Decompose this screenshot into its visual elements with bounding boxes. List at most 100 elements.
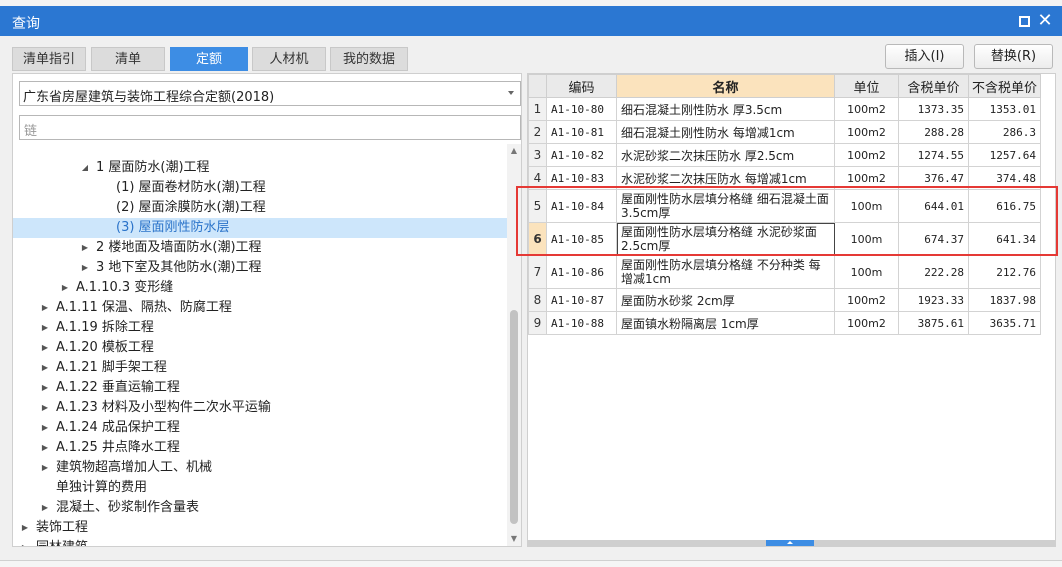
collapsed-triangle-icon[interactable]: ▶ — [60, 278, 70, 298]
row-number[interactable]: 5 — [528, 189, 547, 223]
cell-notax-price[interactable]: 212.76 — [968, 255, 1041, 289]
tree-item[interactable]: (2) 屋面涂膜防水(潮)工程 — [13, 198, 507, 218]
close-icon[interactable]: ✕ — [1036, 12, 1054, 30]
cell-code[interactable]: A1-10-88 — [546, 311, 617, 335]
cell-tax-price[interactable]: 1373.35 — [898, 97, 969, 121]
tree-item[interactable]: ▶ 3 地下室及其他防水(潮)工程 — [13, 258, 507, 278]
cell-tax-price[interactable]: 674.37 — [898, 222, 969, 256]
row-number[interactable]: 1 — [528, 97, 547, 121]
cell-tax-price[interactable]: 1274.55 — [898, 143, 969, 167]
table-row[interactable]: 3 A1-10-82 水泥砂浆二次抹压防水 厚2.5cm 100m2 1274.55 12… — [528, 143, 1041, 167]
tree-item[interactable]: ▶ A.1.25 井点降水工程 — [13, 438, 507, 458]
cell-code[interactable]: A1-10-84 — [546, 189, 617, 223]
col-header-unit[interactable]: 单位 — [834, 74, 899, 98]
col-header-name[interactable]: 名称 — [616, 74, 835, 98]
cell-name[interactable]: 细石混凝土刚性防水 厚3.5cm — [616, 97, 835, 121]
insert-button[interactable]: 插入(I) — [885, 44, 964, 69]
cell-tax-price[interactable]: 644.01 — [898, 189, 969, 223]
tree-scrollbar[interactable]: ▲ ▼ — [507, 144, 521, 546]
cell-notax-price[interactable]: 3635.71 — [968, 311, 1041, 335]
tab-labor-material-machine[interactable]: 人材机 — [252, 47, 326, 71]
collapsed-triangle-icon[interactable]: ▶ — [40, 458, 50, 478]
tree-item[interactable]: ▶ A.1.22 垂直运输工程 — [13, 378, 507, 398]
collapsed-triangle-icon[interactable]: ▶ — [40, 398, 50, 418]
collapsed-triangle-icon[interactable]: ▶ — [40, 338, 50, 358]
tree-item[interactable]: ▶ A.1.24 成品保护工程 — [13, 418, 507, 438]
cell-tax-price[interactable]: 222.28 — [898, 255, 969, 289]
tree-item[interactable]: ▶ 园林建筑 — [13, 538, 507, 546]
cell-name[interactable]: 屋面刚性防水层填分格缝 不分种类 每增减1cm — [616, 255, 835, 289]
table-row[interactable]: 5 A1-10-84 屋面刚性防水层填分格缝 细石混凝土面3.5cm厚 100m 644… — [528, 189, 1041, 223]
quota-library-select[interactable]: 广东省房屋建筑与装饰工程综合定额(2018) — [19, 81, 521, 106]
chevron-down-icon[interactable] — [508, 91, 514, 95]
collapsed-triangle-icon[interactable]: ▶ — [20, 538, 30, 546]
window-title-bar[interactable]: 查询 ✕ — [0, 6, 1062, 36]
tree-item[interactable]: ▶ 建筑物超高增加人工、机械 — [13, 458, 507, 478]
scroll-up-icon[interactable]: ▲ — [507, 144, 521, 158]
collapsed-triangle-icon[interactable]: ▶ — [80, 258, 90, 278]
row-number[interactable]: 4 — [528, 166, 547, 190]
cell-notax-price[interactable]: 616.75 — [968, 189, 1041, 223]
cell-name[interactable]: 水泥砂浆二次抹压防水 厚2.5cm — [616, 143, 835, 167]
cell-code[interactable]: A1-10-81 — [546, 120, 617, 144]
collapsed-triangle-icon[interactable]: ▶ — [40, 318, 50, 338]
cell-unit[interactable]: 100m — [834, 222, 899, 256]
cell-name[interactable]: 细石混凝土刚性防水 每增减1cm — [616, 120, 835, 144]
collapsed-triangle-icon[interactable]: ▶ — [40, 418, 50, 438]
cell-tax-price[interactable]: 3875.61 — [898, 311, 969, 335]
table-row[interactable]: 2 A1-10-81 细石混凝土刚性防水 每增减1cm 100m2 288.28 286.… — [528, 120, 1041, 144]
cell-notax-price[interactable]: 286.3 — [968, 120, 1041, 144]
cell-name[interactable]: 屋面刚性防水层填分格缝 水泥砂浆面2.5cm厚 — [616, 222, 835, 256]
tab-list-guide[interactable]: 清单指引 — [12, 47, 86, 71]
cell-tax-price[interactable]: 288.28 — [898, 120, 969, 144]
tree-item[interactable]: ▶ A.1.19 拆除工程 — [13, 318, 507, 338]
row-number[interactable]: 3 — [528, 143, 547, 167]
cell-unit[interactable]: 100m — [834, 189, 899, 223]
cell-name[interactable]: 屋面防水砂浆 2cm厚 — [616, 288, 835, 312]
cell-notax-price[interactable]: 374.48 — [968, 166, 1041, 190]
tree-item[interactable]: ▶ A.1.20 模板工程 — [13, 338, 507, 358]
cell-code[interactable]: A1-10-85 — [546, 222, 617, 256]
panel-resize-grip[interactable] — [766, 540, 814, 546]
table-row[interactable]: 9 A1-10-88 屋面镇水粉隔离层 1cm厚 100m2 3875.61 3635.7… — [528, 311, 1041, 335]
cell-code[interactable]: A1-10-87 — [546, 288, 617, 312]
col-header-notax-price[interactable]: 不含税单价 — [968, 74, 1041, 98]
expanded-triangle-icon[interactable]: ◢ — [80, 158, 90, 178]
row-number[interactable]: 9 — [528, 311, 547, 335]
tree-item[interactable]: 单独计算的费用 — [13, 478, 507, 498]
cell-notax-price[interactable]: 641.34 — [968, 222, 1041, 256]
cell-unit[interactable]: 100m2 — [834, 120, 899, 144]
tree-item[interactable]: ▶ 混凝土、砂浆制作含量表 — [13, 498, 507, 518]
col-header-tax-price[interactable]: 含税单价 — [898, 74, 969, 98]
cell-notax-price[interactable]: 1353.01 — [968, 97, 1041, 121]
row-number[interactable]: 7 — [528, 255, 547, 289]
table-row[interactable]: 8 A1-10-87 屋面防水砂浆 2cm厚 100m2 1923.33 1837.98 — [528, 288, 1041, 312]
table-row[interactable]: 6 A1-10-85 屋面刚性防水层填分格缝 水泥砂浆面2.5cm厚 100m 674.… — [528, 222, 1041, 256]
col-header-code[interactable]: 编码 — [546, 74, 617, 98]
cell-unit[interactable]: 100m2 — [834, 166, 899, 190]
tree-item[interactable]: ▶ A.1.10.3 变形缝 — [13, 278, 507, 298]
table-row[interactable]: 1 A1-10-80 细石混凝土刚性防水 厚3.5cm 100m2 1373.35 135… — [528, 97, 1041, 121]
cell-name[interactable]: 屋面镇水粉隔离层 1cm厚 — [616, 311, 835, 335]
cell-name[interactable]: 水泥砂浆二次抹压防水 每增减1cm — [616, 166, 835, 190]
table-row[interactable]: 7 A1-10-86 屋面刚性防水层填分格缝 不分种类 每增减1cm 100m 222.… — [528, 255, 1041, 289]
cell-unit[interactable]: 100m2 — [834, 288, 899, 312]
tree-item[interactable]: ▶ A.1.23 材料及小型构件二次水平运输 — [13, 398, 507, 418]
cell-unit[interactable]: 100m — [834, 255, 899, 289]
row-number[interactable]: 2 — [528, 120, 547, 144]
collapsed-triangle-icon[interactable]: ▶ — [80, 238, 90, 258]
tree-item[interactable]: ◢ 1 屋面防水(潮)工程 — [13, 158, 507, 178]
cell-code[interactable]: A1-10-80 — [546, 97, 617, 121]
cell-notax-price[interactable]: 1837.98 — [968, 288, 1041, 312]
collapsed-triangle-icon[interactable]: ▶ — [40, 378, 50, 398]
cell-code[interactable]: A1-10-83 — [546, 166, 617, 190]
row-number[interactable]: 8 — [528, 288, 547, 312]
tab-my-data[interactable]: 我的数据 — [330, 47, 408, 71]
collapsed-triangle-icon[interactable]: ▶ — [40, 438, 50, 458]
cell-name[interactable]: 屋面刚性防水层填分格缝 细石混凝土面3.5cm厚 — [616, 189, 835, 223]
cell-tax-price[interactable]: 376.47 — [898, 166, 969, 190]
cell-unit[interactable]: 100m2 — [834, 311, 899, 335]
scrollbar-thumb[interactable] — [510, 310, 518, 524]
tab-quota[interactable]: 定额 — [170, 47, 248, 71]
maximize-icon[interactable] — [1015, 12, 1033, 30]
